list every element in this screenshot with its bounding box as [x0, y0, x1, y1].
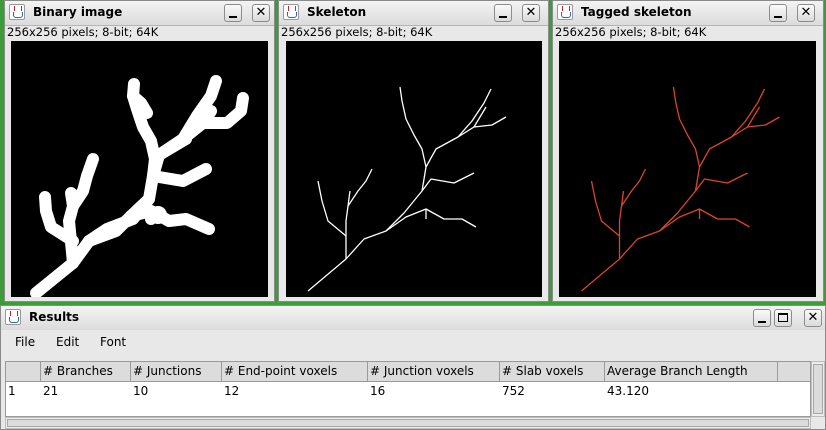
minimize-icon [499, 16, 507, 18]
minimize-icon [229, 16, 237, 18]
window-title: Results [29, 310, 80, 324]
minimize-button[interactable] [494, 4, 512, 22]
scroll-thumb[interactable] [813, 364, 823, 414]
window-results[interactable]: Results ✕ File Edit Font # Branches # Ju… [0, 305, 826, 430]
binary-image-shape [30, 75, 249, 297]
menu-file[interactable]: File [15, 335, 35, 349]
image-info: 256x256 pixels; 8-bit; 64K [7, 25, 159, 39]
image-canvas[interactable] [559, 41, 816, 297]
column-header-branches[interactable]: # Branches [43, 364, 113, 378]
java-app-icon[interactable] [5, 309, 21, 325]
table-cell-slab-voxels[interactable]: 752 [502, 384, 525, 398]
image-info: 256x256 pixels; 8-bit; 64K [281, 25, 433, 39]
tagged-skeleton-image [581, 86, 780, 292]
title-bar[interactable]: Skeleton ✕ [279, 1, 548, 26]
table-cell-average-branch-length[interactable]: 43.120 [607, 384, 649, 398]
window-title: Skeleton [307, 5, 367, 19]
close-button[interactable]: ✕ [797, 4, 815, 22]
vertical-scrollbar[interactable] [811, 361, 825, 417]
window-tagged-skeleton[interactable]: Tagged skeleton ✕ 256x256 pixels; 8-bit;… [552, 0, 824, 302]
java-app-icon[interactable] [283, 4, 299, 20]
close-icon: ✕ [800, 5, 812, 20]
column-header-end-point-voxels[interactable]: # End-point voxels [224, 364, 337, 378]
maximize-icon [778, 313, 788, 322]
window-binary-image[interactable]: Binary image ✕ 256x256 pixels; 8-bit; 64… [4, 0, 275, 302]
window-title: Tagged skeleton [581, 5, 692, 19]
skeleton-image [307, 86, 507, 292]
java-app-icon[interactable] [9, 4, 25, 20]
minimize-button[interactable] [769, 4, 787, 22]
horizontal-scrollbar[interactable] [5, 417, 811, 429]
close-button[interactable]: ✕ [252, 4, 270, 22]
image-canvas[interactable] [286, 41, 542, 297]
table-cell-junction-voxels[interactable]: 16 [370, 384, 385, 398]
close-icon: ✕ [525, 5, 537, 20]
title-bar[interactable]: Tagged skeleton ✕ [553, 1, 823, 26]
menu-font[interactable]: Font [100, 335, 126, 349]
close-button[interactable]: ✕ [522, 4, 540, 22]
minimize-icon [758, 321, 766, 323]
maximize-button[interactable] [774, 309, 792, 327]
close-icon: ✕ [807, 310, 819, 325]
close-icon: ✕ [255, 5, 267, 20]
title-bar[interactable]: Results ✕ [1, 306, 825, 331]
scroll-thumb[interactable] [7, 419, 809, 427]
results-table[interactable]: # Branches # Junctions # End-point voxel… [5, 361, 811, 417]
column-header-junction-voxels[interactable]: # Junction voxels [370, 364, 474, 378]
table-cell-end-point-voxels[interactable]: 12 [224, 384, 239, 398]
table-header: # Branches # Junctions # End-point voxel… [6, 362, 810, 382]
column-header-slab-voxels[interactable]: # Slab voxels [502, 364, 583, 378]
table-cell-index[interactable]: 1 [8, 384, 16, 398]
title-bar[interactable]: Binary image ✕ [5, 1, 274, 26]
minimize-button[interactable] [224, 4, 242, 22]
menu-bar: File Edit Font [1, 330, 825, 354]
column-header-junctions[interactable]: # Junctions [133, 364, 201, 378]
image-canvas[interactable] [11, 41, 268, 297]
menu-edit[interactable]: Edit [56, 335, 79, 349]
window-title: Binary image [33, 5, 123, 19]
minimize-icon [774, 16, 782, 18]
close-button[interactable]: ✕ [804, 309, 822, 327]
minimize-button[interactable] [753, 309, 771, 327]
image-info: 256x256 pixels; 8-bit; 64K [555, 25, 707, 39]
window-skeleton[interactable]: Skeleton ✕ 256x256 pixels; 8-bit; 64K [278, 0, 549, 302]
java-app-icon[interactable] [557, 4, 573, 20]
table-cell-branches[interactable]: 21 [43, 384, 58, 398]
table-cell-junctions[interactable]: 10 [133, 384, 148, 398]
column-header-average-branch-length[interactable]: Average Branch Length [607, 364, 748, 378]
